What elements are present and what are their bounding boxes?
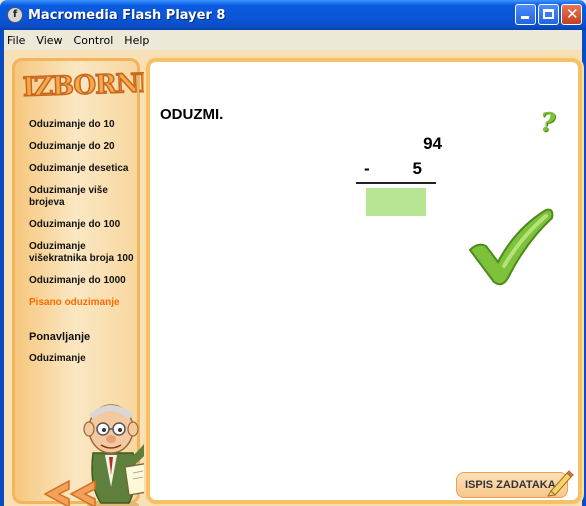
maximize-button[interactable] xyxy=(538,4,559,25)
menu-bar: File View Control Help xyxy=(0,30,586,50)
task-instruction: ODUZMI. xyxy=(160,106,224,123)
title-bar[interactable]: f Macromedia Flash Player 8 ✕ xyxy=(0,0,586,30)
print-tasks-label: ISPIS ZADATAKA xyxy=(465,479,556,491)
sidebar-item-ponavljanje-oduzimanje[interactable]: Oduzimanje xyxy=(29,353,141,365)
sidebar-item-oduzimanje-desetica[interactable]: Oduzimanje desetica xyxy=(29,163,141,175)
window-title: Macromedia Flash Player 8 xyxy=(28,7,226,23)
result-divider xyxy=(356,182,436,184)
close-icon: ✕ xyxy=(566,5,579,23)
sidebar-section-ponavljanje[interactable]: Ponavljanje xyxy=(29,331,141,343)
menu-control[interactable]: Control xyxy=(74,34,114,47)
izbornik-logo: IZBORNIK xyxy=(22,67,173,104)
menu-view[interactable]: View xyxy=(36,34,62,47)
sidebar-item-oduzimanje-do-10[interactable]: Oduzimanje do 10 xyxy=(29,119,141,131)
maximize-icon xyxy=(543,9,554,19)
flash-app-icon: f xyxy=(7,7,23,23)
window-frame-right xyxy=(582,30,586,506)
minus-operator: - xyxy=(364,159,370,178)
minimize-icon xyxy=(521,16,529,19)
answer-input[interactable] xyxy=(366,188,426,216)
window-controls: ✕ xyxy=(515,4,582,25)
sidebar-item-visekratnici-100[interactable]: Oduzimanje višekratnika broja 100 xyxy=(29,241,141,265)
close-button[interactable]: ✕ xyxy=(561,4,582,25)
sidebar-item-oduzimanje-do-1000[interactable]: Oduzimanje do 1000 xyxy=(29,275,141,287)
help-icon[interactable]: ? xyxy=(540,108,555,138)
check-icon[interactable] xyxy=(464,206,556,288)
back-arrows-icon[interactable] xyxy=(39,477,101,506)
sidebar-item-oduzimanje-vise-brojeva[interactable]: Oduzimanje više brojeva xyxy=(29,185,141,209)
flash-stage: IZBORNIK Oduzimanje do 10 Oduzimanje do … xyxy=(4,50,582,506)
menu-file[interactable]: File xyxy=(7,34,25,47)
exercise-panel: ODUZMI. ? 94 - 5 ISPIS ZADATAKA xyxy=(146,58,582,504)
sidebar-menu: IZBORNIK Oduzimanje do 10 Oduzimanje do … xyxy=(12,58,173,506)
topic-list: Oduzimanje do 10 Oduzimanje do 20 Oduzim… xyxy=(29,119,141,375)
menu-help[interactable]: Help xyxy=(124,34,149,47)
sidebar-item-oduzimanje-do-100[interactable]: Oduzimanje do 100 xyxy=(29,219,141,231)
minimize-button[interactable] xyxy=(515,4,536,25)
print-tasks-button[interactable]: ISPIS ZADATAKA xyxy=(456,470,574,498)
sidebar-item-pisano-oduzimanje[interactable]: Pisano oduzimanje xyxy=(29,297,141,309)
pencil-icon xyxy=(547,470,574,497)
minuend: 94 xyxy=(423,134,442,153)
sidebar-item-oduzimanje-do-20[interactable]: Oduzimanje do 20 xyxy=(29,141,141,153)
subtrahend: 5 xyxy=(412,159,422,178)
